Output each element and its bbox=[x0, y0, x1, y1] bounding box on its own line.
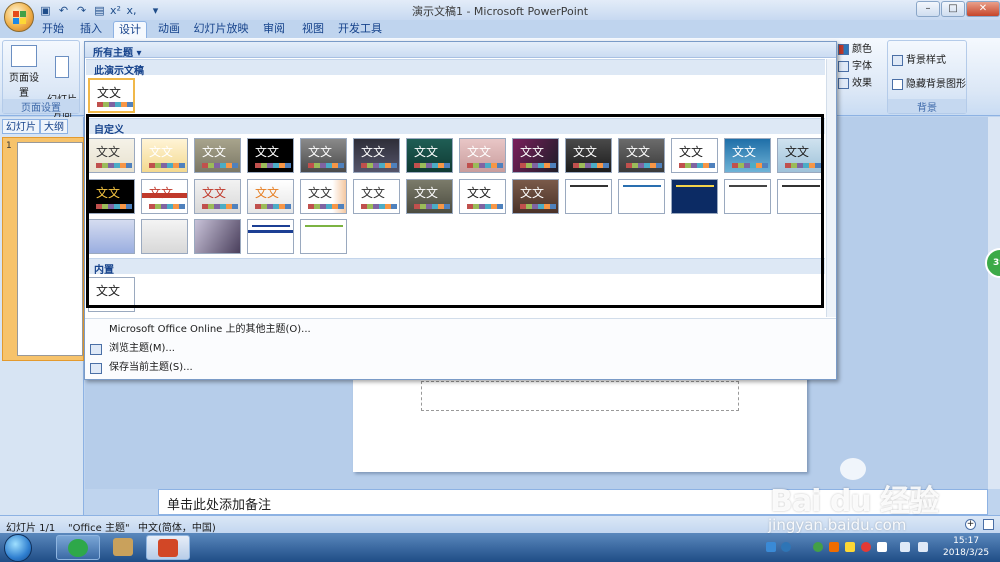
powerpoint-icon bbox=[158, 539, 178, 557]
effects-icon bbox=[838, 77, 849, 89]
save-theme-label: 保存当前主题(S)... bbox=[109, 362, 193, 373]
theme-sample-text: 文文 bbox=[97, 86, 122, 100]
hide-bg-label: 隐藏背景图形 bbox=[906, 79, 966, 90]
effects-button[interactable]: 效果 bbox=[838, 76, 872, 91]
slide-thumbnail[interactable]: 1 bbox=[2, 137, 84, 361]
more-themes-online[interactable]: Microsoft Office Online 上的其他主题(O)... bbox=[87, 321, 827, 339]
page-setup-button[interactable]: 页面设置 bbox=[6, 45, 42, 99]
theme-name: "Office 主题" bbox=[68, 523, 130, 534]
close-button[interactable]: ✕ bbox=[966, 1, 1000, 17]
checkbox-icon bbox=[892, 78, 903, 90]
tab-insert[interactable]: 插入 bbox=[74, 21, 108, 38]
orientation-icon bbox=[55, 56, 69, 78]
colors-button[interactable]: 颜色 bbox=[838, 42, 872, 57]
theme-thumbnail[interactable]: 文文 bbox=[88, 78, 135, 113]
tab-home[interactable]: 开始 bbox=[36, 21, 70, 38]
office-button[interactable] bbox=[4, 2, 34, 32]
title-bar: ▣ ↶ ↷ ▤ x² x, ▾ 演示文稿1 - Microsoft PowerP… bbox=[0, 0, 1000, 20]
gallery-menu: Microsoft Office Online 上的其他主题(O)... 浏览主… bbox=[85, 318, 836, 379]
watermark-brand: Bai du 经验 bbox=[770, 484, 939, 519]
colors-icon bbox=[838, 43, 849, 55]
tab-slideshow[interactable]: 幻灯片放映 bbox=[193, 21, 249, 38]
paint-icon bbox=[113, 538, 133, 556]
section-this-presentation: 此演示文稿 bbox=[86, 59, 825, 77]
network-icon[interactable] bbox=[900, 542, 910, 552]
bg-styles-icon bbox=[892, 54, 903, 66]
watermark-url: jingyan.baidu.com bbox=[768, 516, 907, 534]
taskbar-ie[interactable] bbox=[56, 535, 100, 560]
tray-icon-7[interactable] bbox=[877, 542, 887, 552]
page-setup-group: 页面设置 幻灯片 方向 页面设置 bbox=[2, 40, 80, 121]
taskbar-paint[interactable] bbox=[102, 535, 146, 560]
browser-icon bbox=[68, 539, 88, 557]
fonts-button[interactable]: 字体 bbox=[838, 59, 872, 74]
page-setup-label: 页面设置 bbox=[9, 73, 39, 99]
tab-view[interactable]: 视图 bbox=[296, 21, 330, 38]
volume-icon[interactable] bbox=[918, 542, 928, 552]
clock-date: 2018/3/25 bbox=[943, 548, 990, 558]
effects-label: 效果 bbox=[852, 78, 872, 89]
slide-number: 1 bbox=[6, 141, 12, 151]
tab-outline[interactable]: 大纲 bbox=[40, 119, 68, 134]
clock[interactable]: 15:17 2018/3/25 bbox=[943, 535, 989, 559]
save-current-theme[interactable]: 保存当前主题(S)... bbox=[87, 359, 827, 377]
theme-options: 颜色 字体 效果 bbox=[838, 40, 884, 114]
tray-icon-5[interactable] bbox=[845, 542, 855, 552]
bg-styles-label: 背景样式 bbox=[906, 55, 946, 66]
gallery-filter[interactable]: 所有主题 ▾ bbox=[85, 42, 836, 59]
tray-icon-4[interactable] bbox=[829, 542, 839, 552]
tab-animation[interactable]: 动画 bbox=[152, 21, 186, 38]
save-theme-icon bbox=[90, 363, 102, 374]
content-placeholder[interactable] bbox=[421, 381, 739, 411]
vertical-scrollbar[interactable] bbox=[988, 117, 1000, 489]
hide-bg-checkbox[interactable]: 隐藏背景图形 bbox=[892, 77, 966, 92]
start-button[interactable] bbox=[4, 534, 32, 562]
ribbon-tabs: 开始 插入 设计 动画 幻灯片放映 审阅 视图 开发工具 bbox=[0, 20, 1000, 38]
minimize-button[interactable]: – bbox=[916, 1, 940, 17]
theme-color-swatch bbox=[97, 102, 133, 107]
more-themes-label: Microsoft Office Online 上的其他主题(O)... bbox=[109, 324, 311, 335]
page-setup-icon bbox=[11, 45, 37, 67]
browse-themes[interactable]: 浏览主题(M)... bbox=[87, 340, 827, 358]
tab-slides[interactable]: 幻灯片 bbox=[2, 119, 40, 134]
window-title: 演示文稿1 - Microsoft PowerPoint bbox=[411, 5, 589, 18]
baidu-watermark: Bai du 经验 jingyan.baidu.com bbox=[760, 458, 990, 538]
tray-icon-6[interactable] bbox=[861, 542, 871, 552]
fonts-label: 字体 bbox=[852, 61, 872, 72]
colors-label: 颜色 bbox=[852, 44, 872, 55]
slide-thumbnail-image bbox=[17, 142, 83, 356]
background-group-label: 背景 bbox=[888, 99, 966, 114]
tray-icon-3[interactable] bbox=[813, 542, 823, 552]
highlight-annotation bbox=[86, 114, 824, 308]
help-tray-icon[interactable] bbox=[781, 542, 791, 552]
page-setup-group-label: 页面设置 bbox=[3, 99, 79, 114]
slide-canvas[interactable] bbox=[353, 373, 807, 472]
background-group: 背景样式 隐藏背景图形 背景 bbox=[887, 40, 967, 114]
tab-design[interactable]: 设计 bbox=[113, 21, 147, 38]
language[interactable]: 中文(简体，中国) bbox=[138, 519, 216, 534]
fonts-icon bbox=[838, 60, 849, 72]
browse-icon bbox=[90, 344, 102, 355]
office-logo-icon bbox=[13, 11, 27, 25]
tray-icon-1[interactable] bbox=[766, 542, 776, 552]
tab-review[interactable]: 审阅 bbox=[257, 21, 291, 38]
maximize-button[interactable]: □ bbox=[941, 1, 965, 17]
slides-panel: 幻灯片 大纲 1 bbox=[0, 117, 84, 515]
browse-label: 浏览主题(M)... bbox=[109, 343, 175, 354]
gallery-scrollbar[interactable] bbox=[826, 59, 836, 317]
taskbar-powerpoint[interactable] bbox=[146, 535, 190, 560]
slide-counter: 幻灯片 1/1 bbox=[6, 523, 56, 534]
bg-styles-button[interactable]: 背景样式 bbox=[892, 53, 946, 68]
tab-developer[interactable]: 开发工具 bbox=[337, 21, 383, 38]
